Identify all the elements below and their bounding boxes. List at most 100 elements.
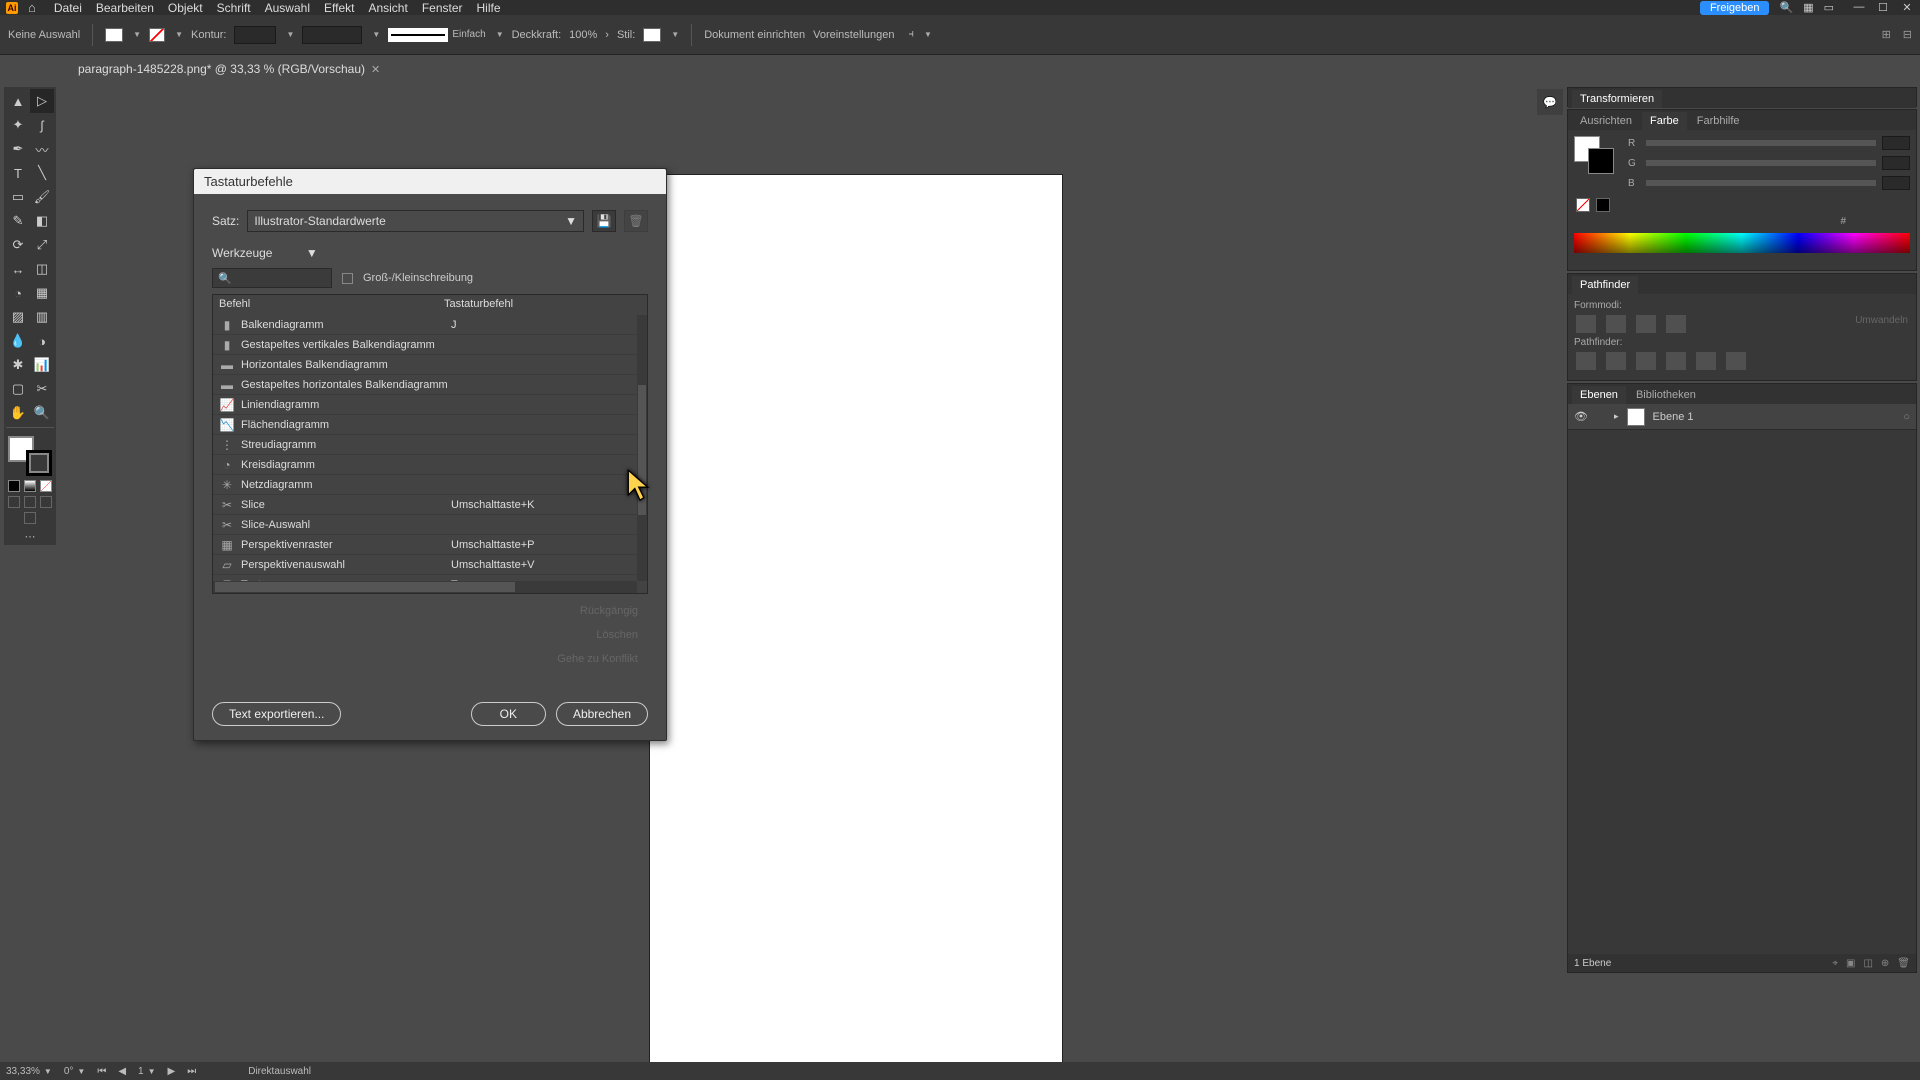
set-dropdown[interactable]: Illustrator-Standardwerte▼ [247,210,584,232]
var-width-profile[interactable] [302,26,362,44]
blend-tool-icon[interactable]: ◑ [30,329,54,353]
fill-stroke-control[interactable] [6,434,54,478]
width-tool-icon[interactable]: ↔ [6,257,30,281]
pf-unite-icon[interactable] [1576,315,1596,333]
case-checkbox[interactable] [342,273,353,284]
table-row[interactable]: ✂Slice-Auswahl [213,515,637,535]
make-clip-icon[interactable]: ▣ [1846,958,1855,969]
shaper-tool-icon[interactable]: ✎ [6,209,30,233]
pf-divide-icon[interactable] [1576,352,1596,370]
mesh-tool-icon[interactable]: ▨ [6,305,30,329]
document-setup-button[interactable]: Dokument einrichten [704,29,805,41]
menu-ansicht[interactable]: Ansicht [368,1,407,15]
app-icon[interactable]: Ai [6,2,18,14]
magic-wand-tool-icon[interactable]: ✦ [6,113,30,137]
pen-tool-icon[interactable]: ✒ [6,137,30,161]
edit-toolbox-icon[interactable]: ⋯ [6,530,54,543]
hex-value[interactable] [1850,216,1910,227]
layer-row[interactable]: 👁 ▸ Ebene 1 ○ [1568,404,1916,430]
align-icon[interactable]: ⫞ [908,28,914,41]
new-layer-icon[interactable]: ⊕ [1881,958,1889,969]
shape-builder-tool-icon[interactable]: ◔ [6,281,30,305]
rotate-tool-icon[interactable]: ⟳ [6,233,30,257]
menu-objekt[interactable]: Objekt [168,1,203,15]
cancel-button[interactable]: Abbrechen [556,702,648,726]
maximize-icon[interactable]: ☐ [1876,1,1890,14]
layout-icon[interactable]: ⊞ [1882,28,1891,41]
table-row[interactable]: ▬Gestapeltes horizontales Balkendiagramm [213,375,637,395]
target-icon[interactable]: ○ [1903,411,1910,423]
menu-auswahl[interactable]: Auswahl [265,1,310,15]
search-icon[interactable]: 🔍 [1779,1,1793,14]
layer-name[interactable]: Ebene 1 [1653,411,1694,423]
table-row[interactable]: ▱PerspektivenauswahlUmschalttaste+V [213,555,637,575]
tab-pathfinder[interactable]: Pathfinder [1572,276,1638,294]
table-row[interactable]: ▦PerspektivenrasterUmschalttaste+P [213,535,637,555]
symbol-sprayer-tool-icon[interactable]: ✱ [6,353,30,377]
fill-swatch[interactable] [105,28,123,42]
zoom-tool-icon[interactable]: 🔍 [30,401,54,425]
table-scrollbar[interactable] [637,315,647,581]
type-dropdown[interactable]: Werkzeuge [212,246,272,260]
artboard-tool-icon[interactable]: ▢ [6,377,30,401]
tab-transform[interactable]: Transformieren [1572,90,1662,108]
b-slider[interactable] [1646,180,1876,186]
pf-outline-icon[interactable] [1696,352,1716,370]
tab-close-icon[interactable]: ✕ [371,63,380,76]
transform-panel[interactable]: Transformieren [1567,87,1917,107]
lasso-tool-icon[interactable]: ʃ [30,113,54,137]
tab-libraries[interactable]: Bibliotheken [1628,386,1704,404]
scale-tool-icon[interactable]: ⤢ [30,233,54,257]
color-mode-icon[interactable] [8,480,20,492]
page-value[interactable]: 1 [138,1066,144,1077]
document-tab[interactable]: paragraph-1485228.png* @ 33,33 % (RGB/Vo… [70,58,388,80]
home-icon[interactable]: ⌂ [28,0,36,15]
arrange-icon[interactable]: ▦ [1803,1,1813,14]
pf-trim-icon[interactable] [1606,352,1626,370]
none-swatch-icon[interactable] [1576,198,1590,212]
pf-crop-icon[interactable] [1666,352,1686,370]
properties-icon[interactable]: 💬 [1537,89,1563,115]
layout2-icon[interactable]: ⊟ [1903,28,1912,41]
r-slider[interactable] [1646,140,1876,146]
pf-exclude-icon[interactable] [1666,315,1686,333]
artboard[interactable] [650,175,1062,1075]
workspace-icon[interactable]: ▭ [1824,1,1834,14]
selection-tool-icon[interactable]: ▲ [6,89,30,113]
table-row[interactable]: 📈Liniendiagramm [213,395,637,415]
screen-mode-icon[interactable] [24,512,36,524]
black-swatch-icon[interactable] [1596,198,1610,212]
delete-layer-icon[interactable]: 🗑 [1897,958,1910,969]
g-value[interactable] [1882,156,1910,170]
tab-align[interactable]: Ausrichten [1572,112,1640,130]
visibility-icon[interactable]: 👁 [1574,410,1588,423]
graph-tool-icon[interactable]: 📊 [30,353,54,377]
table-row[interactable]: 📉Flächendiagramm [213,415,637,435]
tab-colorguide[interactable]: Farbhilfe [1689,112,1748,130]
search-input[interactable]: 🔍 [212,268,332,288]
table-row[interactable]: ▮Gestapeltes vertikales Balkendiagramm [213,335,637,355]
tab-layers[interactable]: Ebenen [1572,386,1626,404]
none-mode-icon[interactable] [40,480,52,492]
slice-tool-icon[interactable]: ✂ [30,377,54,401]
locate-layer-icon[interactable]: ⌖ [1832,958,1838,969]
ok-button[interactable]: OK [471,702,546,726]
table-hscrollbar[interactable] [213,581,637,593]
eyedropper-tool-icon[interactable]: 💧 [6,329,30,353]
pf-minus-back-icon[interactable] [1726,352,1746,370]
style-swatch[interactable] [643,28,661,42]
draw-normal-icon[interactable] [8,496,20,508]
type-tool-icon[interactable]: T [6,161,30,185]
direct-selection-tool-icon[interactable]: ▷ [30,89,54,113]
brush-tool-icon[interactable]: 🖌 [30,185,54,209]
minimize-icon[interactable]: — [1852,1,1866,14]
table-row[interactable]: ⋮Streudiagramm [213,435,637,455]
share-button[interactable]: Freigeben [1700,1,1770,15]
fill-stroke-preview[interactable] [1574,136,1614,174]
line-tool-icon[interactable]: ╲ [30,161,54,185]
perspective-tool-icon[interactable]: ▦ [30,281,54,305]
r-value[interactable] [1882,136,1910,150]
opacity-value[interactable]: 100% [569,29,597,41]
export-text-button[interactable]: Text exportieren... [212,702,341,726]
eraser-tool-icon[interactable]: ◧ [30,209,54,233]
